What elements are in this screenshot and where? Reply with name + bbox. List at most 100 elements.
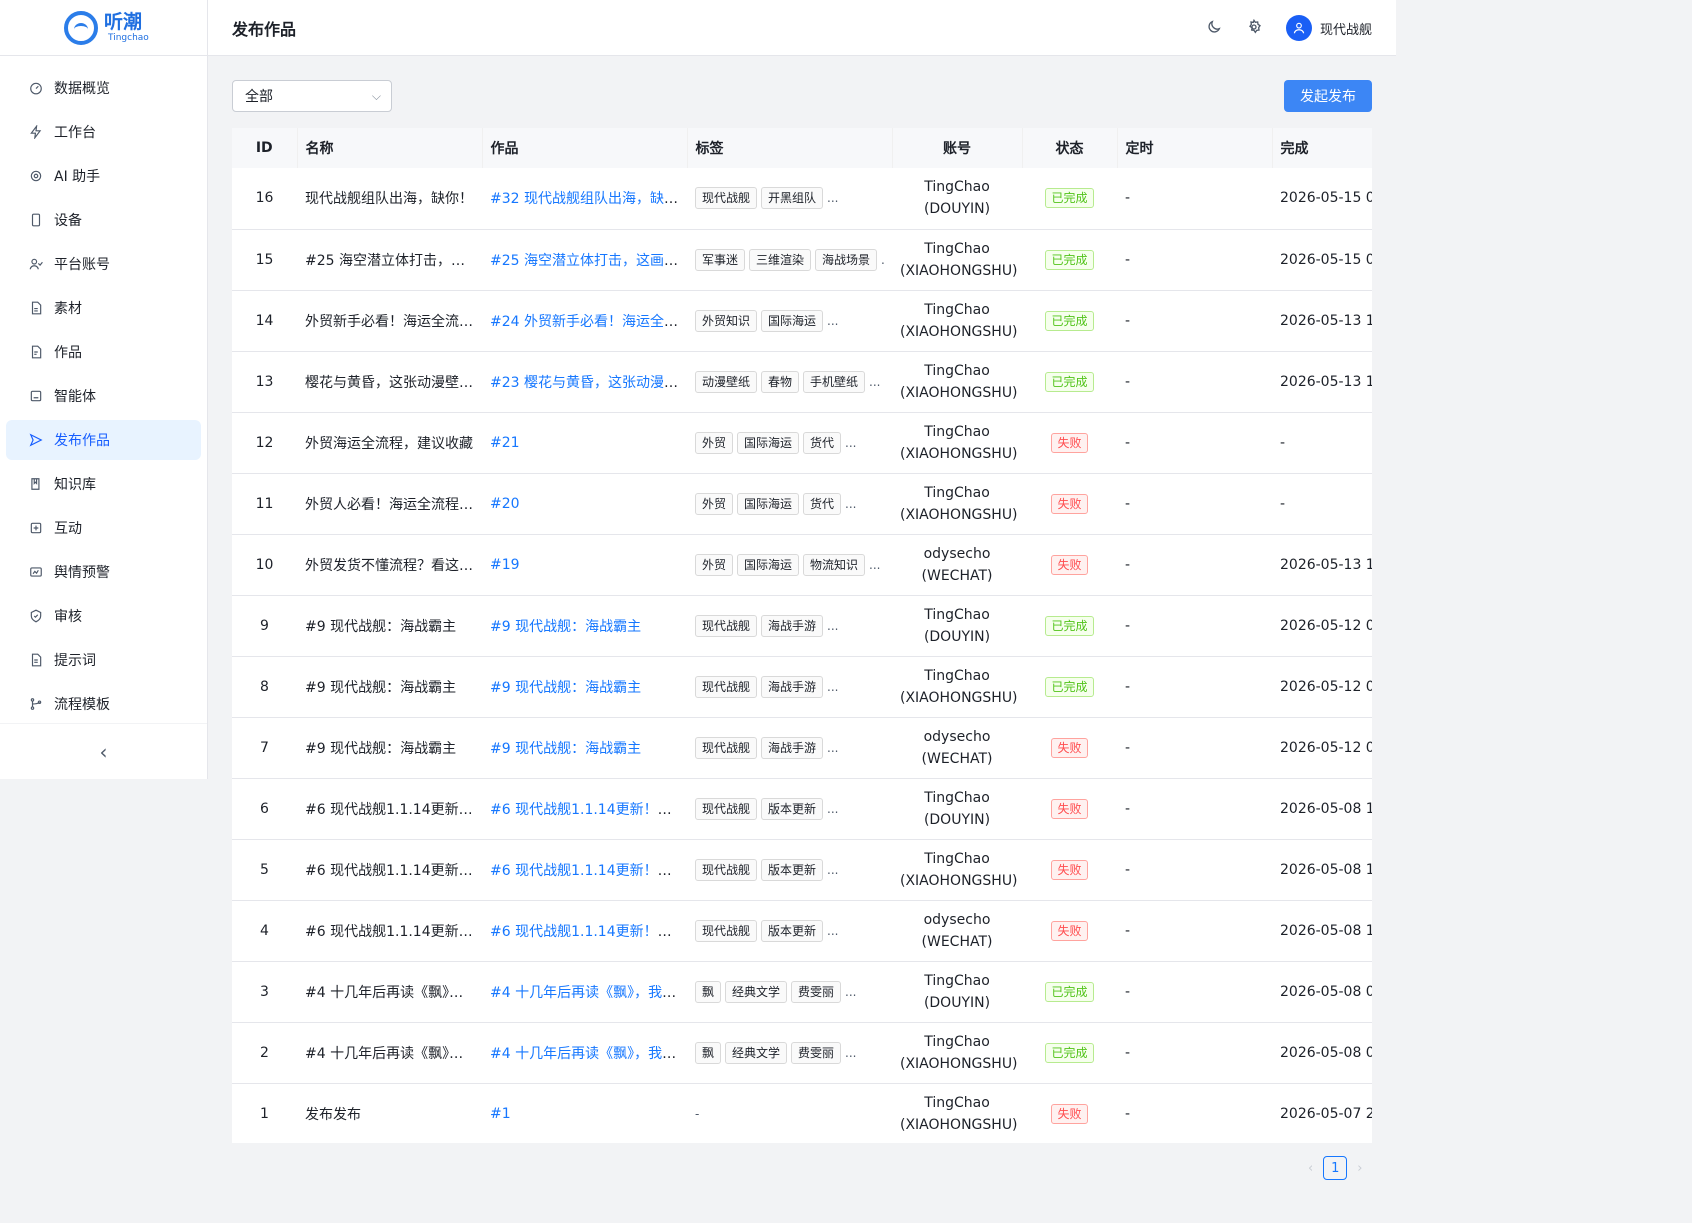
- cell-account: TingChao (XIAOHONGSHU): [892, 656, 1022, 718]
- top-header: 发布作品 现代战舰: [208, 0, 1396, 56]
- work-link[interactable]: #9 现代战舰：海战霸主: [490, 619, 641, 635]
- table-row[interactable]: 5#6 现代战舰1.1.14更新！05... #6 现代战舰1.1.14更新！05…: [232, 839, 1372, 901]
- sidebar-item-11[interactable]: 舆情预警: [6, 552, 201, 592]
- sidebar-item-3[interactable]: 设备: [6, 200, 201, 240]
- table-row[interactable]: 2 #4 十几年后再读《飘》，我... #4 十几年后再读《飘》，我竟... 飘经典文…: [232, 1022, 1372, 1084]
- table-row[interactable]: 4#6 现代战舰1.1.14更新！05... #6 现代战舰1.1.14更新！05…: [232, 900, 1372, 962]
- sidebar-item-14[interactable]: 流程模板: [6, 684, 201, 724]
- work-link[interactable]: #20: [490, 496, 520, 512]
- account-platform: (XIAOHONGSHU): [900, 262, 1018, 279]
- page-number-current[interactable]: 1: [1323, 1156, 1348, 1180]
- settings-gear-icon[interactable]: [1246, 19, 1264, 37]
- work-link[interactable]: #4 十几年后再读《飘》，我竟...: [490, 1046, 687, 1062]
- sidebar-item-10[interactable]: 互动: [6, 508, 201, 548]
- sidebar-item-1[interactable]: 工作台: [6, 112, 201, 152]
- more-tags[interactable]: ...: [845, 985, 856, 999]
- cell-id: 15: [232, 229, 297, 291]
- work-link[interactable]: #25 海空潜立体打击，这画面...: [490, 253, 687, 269]
- work-link[interactable]: #6 现代战舰1.1.14更新！055A...: [490, 924, 687, 940]
- chevron-left-icon: ‹: [99, 739, 108, 764]
- sidebar-item-13[interactable]: 提示词: [6, 640, 201, 680]
- cell-finished: 2026-05-15 01:49:08: [1272, 168, 1372, 230]
- more-tags[interactable]: ...: [869, 558, 880, 572]
- sidebar-item-2[interactable]: AI 助手: [6, 156, 201, 196]
- table-row[interactable]: 1 发布发布 #1- TingChao (XIAOHONGSHU) 失败 -2026-05-…: [232, 1083, 1372, 1143]
- work-link[interactable]: #1: [490, 1106, 511, 1122]
- cell-tags: 外贸知识 国际海运...: [687, 290, 892, 352]
- status-badge: 已完成: [1045, 249, 1094, 270]
- table-row[interactable]: 8 #9 现代战舰：海战霸主 #9 现代战舰：海战霸主 现代战舰 海战手游... Ting…: [232, 656, 1372, 718]
- table-row[interactable]: 9 #9 现代战舰：海战霸主 #9 现代战舰：海战霸主 现代战舰 海战手游... Ting…: [232, 595, 1372, 657]
- table-row[interactable]: 12 外贸海运全流程，建议收藏 #21 外贸 国际海运 货代... TingChao (XIA…: [232, 412, 1372, 474]
- more-tags[interactable]: ...: [827, 741, 838, 755]
- user-account-icon: [28, 256, 44, 272]
- work-link[interactable]: #6 现代战舰1.1.14更新！055A...: [490, 863, 687, 879]
- more-tags[interactable]: ...: [827, 314, 838, 328]
- work-link[interactable]: #9 现代战舰：海战霸主: [490, 741, 641, 757]
- prev-page-button[interactable]: ‹: [1308, 1161, 1313, 1176]
- collapse-sidebar-button[interactable]: ‹: [0, 723, 207, 779]
- more-tags[interactable]: ...: [827, 863, 838, 877]
- cell-work: #32 现代战舰组队出海，缺你！: [482, 168, 687, 230]
- user-menu[interactable]: 现代战舰: [1285, 15, 1372, 41]
- more-tags[interactable]: ...: [827, 924, 838, 938]
- work-link[interactable]: #23 樱花与黄昏，这张动漫壁...: [490, 375, 687, 391]
- more-tags[interactable]: ...: [845, 436, 856, 450]
- more-tags[interactable]: ...: [827, 191, 838, 205]
- cell-finished: -: [1272, 473, 1372, 535]
- sidebar-item-12[interactable]: 审核: [6, 596, 201, 636]
- sidebar-item-4[interactable]: 平台账号: [6, 244, 201, 284]
- cell-tags: 外贸 国际海运 货代...: [687, 473, 892, 535]
- more-tags[interactable]: ...: [827, 802, 838, 816]
- cell-status: 已完成: [1022, 595, 1117, 657]
- table-row[interactable]: 7 #9 现代战舰：海战霸主 #9 现代战舰：海战霸主 现代战舰 海战手游... odys…: [232, 717, 1372, 779]
- more-tags[interactable]: ...: [881, 253, 884, 267]
- interaction-icon: [28, 520, 44, 536]
- work-link[interactable]: #19: [490, 557, 520, 573]
- cell-finished: 2026-05-08 16:49:00: [1272, 778, 1372, 840]
- table-row[interactable]: 16 现代战舰组队出海，缺你！ #32 现代战舰组队出海，缺你！ 现代战舰 开黑组队..…: [232, 168, 1372, 230]
- sidebar-item-0[interactable]: 数据概览: [6, 68, 201, 108]
- cell-id: 9: [232, 595, 297, 657]
- more-tags[interactable]: ...: [869, 375, 880, 389]
- more-tags[interactable]: ...: [827, 680, 838, 694]
- table-row[interactable]: 14 外贸新手必看！海运全流程... #24 外贸新手必看！海运全流... 外贸知识国…: [232, 290, 1372, 352]
- tag-list: 现代战舰 海战手游...: [695, 675, 884, 698]
- sidebar-item-8[interactable]: 发布作品: [6, 420, 201, 460]
- work-link[interactable]: #32 现代战舰组队出海，缺你！: [490, 191, 687, 207]
- work-link[interactable]: #6 现代战舰1.1.14更新！055A...: [490, 802, 687, 818]
- cell-work: #4 十几年后再读《飘》，我竟...: [482, 961, 687, 1023]
- start-publish-button[interactable]: 发起发布: [1284, 80, 1372, 112]
- cell-finished: 2026-05-13 12:11:27: [1272, 534, 1372, 596]
- work-link[interactable]: #4 十几年后再读《飘》，我竟...: [490, 985, 687, 1001]
- table-row[interactable]: 6#6 现代战舰1.1.14更新！05... #6 现代战舰1.1.14更新！05…: [232, 778, 1372, 840]
- sidebar-item-5[interactable]: 素材: [6, 288, 201, 328]
- sidebar-item-label: 平台账号: [54, 257, 110, 273]
- status-filter-select[interactable]: 全部 ⌵: [232, 80, 392, 112]
- account-platform: (XIAOHONGSHU): [900, 872, 1018, 889]
- work-link[interactable]: #21: [490, 435, 520, 451]
- work-link[interactable]: #9 现代战舰：海战霸主: [490, 680, 641, 696]
- more-tags[interactable]: ...: [845, 1046, 856, 1060]
- table-row[interactable]: 10 外贸发货不懂流程？看这张... #19 外贸 国际海运 物流知识... odysech…: [232, 534, 1372, 596]
- table-row[interactable]: 13 樱花与黄昏，这张动漫壁纸... #23 樱花与黄昏，这张动漫壁... 动漫壁纸春…: [232, 351, 1372, 413]
- table-row[interactable]: 15 #25 海空潜立体打击，这画... #25 海空潜立体打击，这画面... 军事迷…: [232, 229, 1372, 291]
- sidebar-item-7[interactable]: 智能体: [6, 376, 201, 416]
- dark-mode-toggle-icon[interactable]: [1206, 19, 1224, 37]
- sidebar-item-9[interactable]: 知识库: [6, 464, 201, 504]
- sidebar-item-6[interactable]: 作品: [6, 332, 201, 372]
- app-logo[interactable]: 听潮 Tingchao: [0, 0, 207, 56]
- more-tags[interactable]: ...: [845, 497, 856, 511]
- tag-list: -: [695, 1107, 884, 1121]
- tag: 现代战舰: [695, 736, 758, 759]
- more-tags[interactable]: ...: [827, 619, 838, 633]
- account-name: odysecho: [923, 911, 991, 928]
- cell-status: 失败: [1022, 473, 1117, 535]
- sidebar-item-label: 审核: [54, 609, 82, 625]
- work-link[interactable]: #24 外贸新手必看！海运全流...: [490, 314, 687, 330]
- tag: 现代战舰: [695, 858, 758, 881]
- table-row[interactable]: 11 外贸人必看！海运全流程图解 #20 外贸 国际海运 货代... TingChao (XI…: [232, 473, 1372, 535]
- file-icon: [28, 300, 44, 316]
- next-page-button[interactable]: ›: [1357, 1161, 1362, 1176]
- table-row[interactable]: 3 #4 十几年后再读《飘》，我... #4 十几年后再读《飘》，我竟... 飘经典文…: [232, 961, 1372, 1023]
